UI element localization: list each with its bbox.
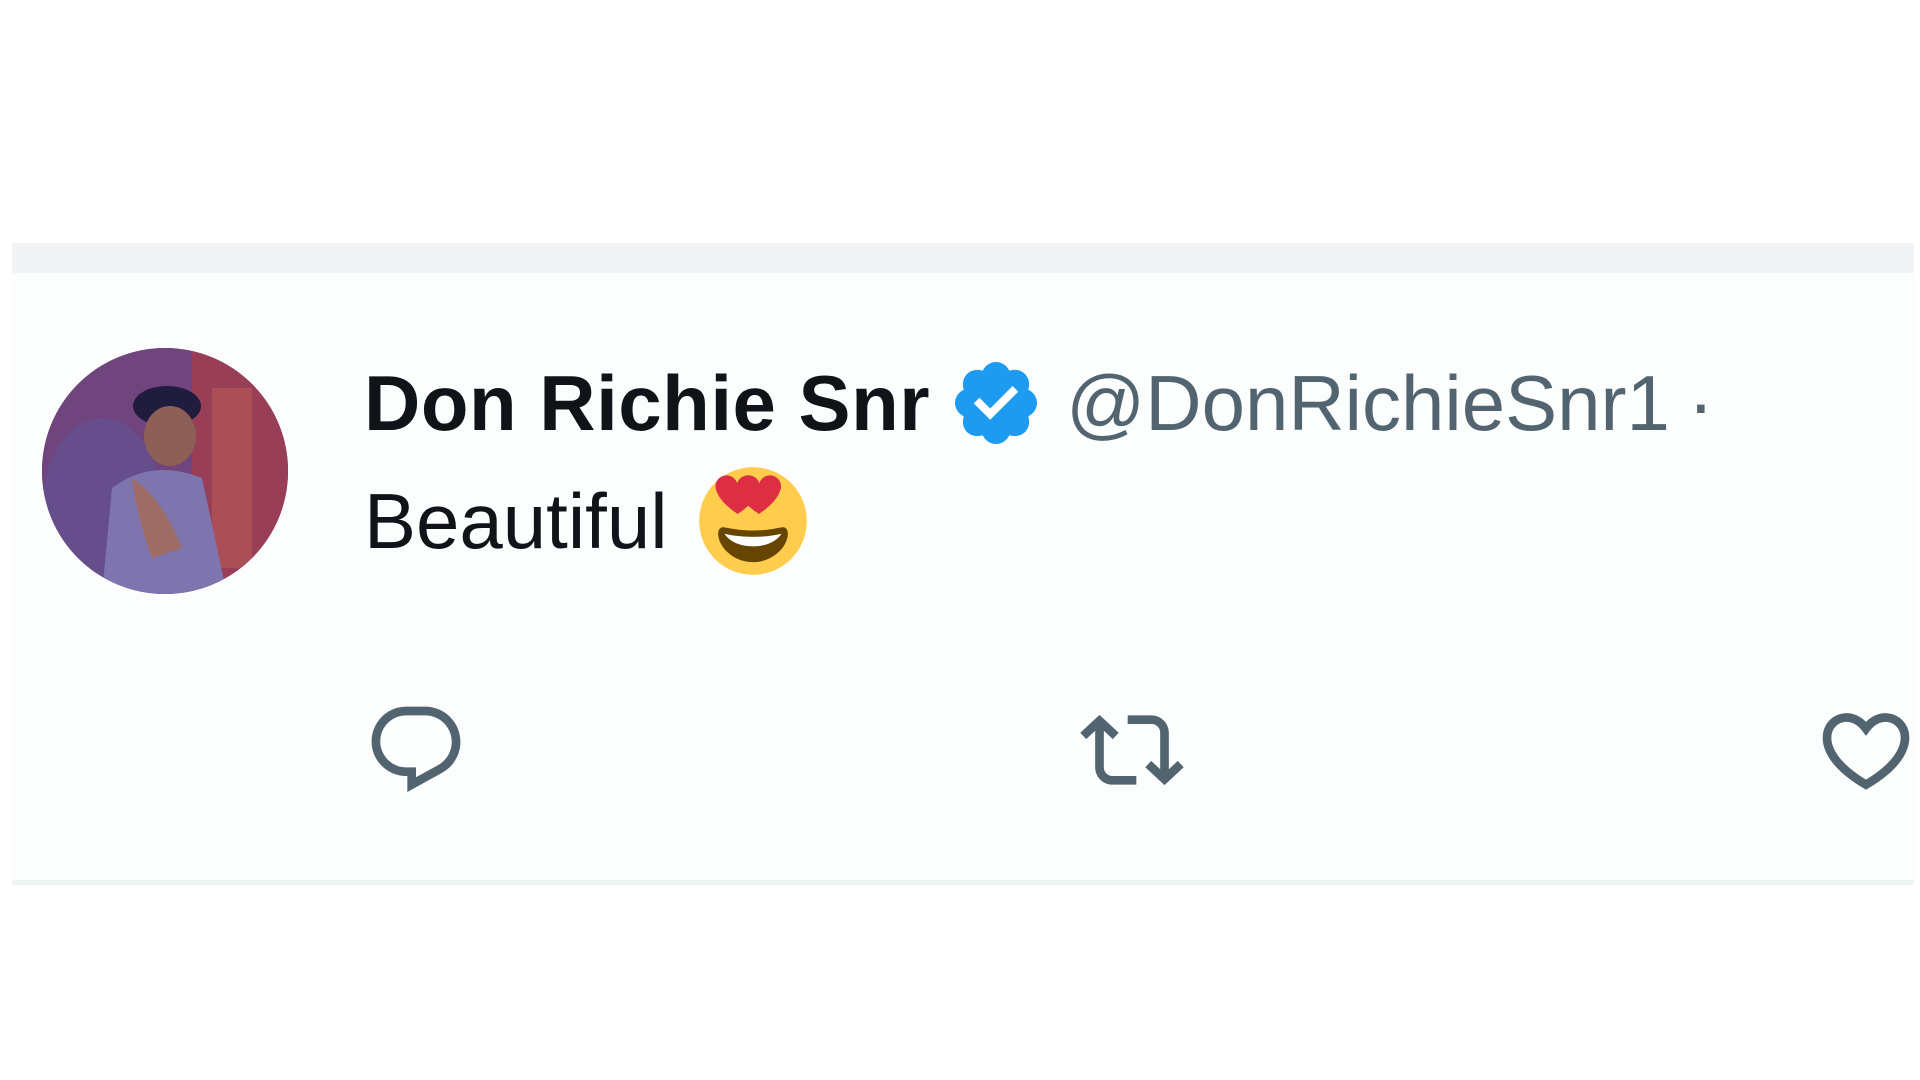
tweet-text: Beautiful	[364, 476, 668, 565]
author-display-name[interactable]: Don Richie Snr	[364, 358, 930, 449]
heart-eyes-emoji-icon	[698, 467, 807, 575]
heart-icon	[1822, 713, 1910, 790]
separator-dot: ·	[1687, 358, 1714, 447]
retweet-arrows-icon	[1080, 714, 1184, 786]
tweet-body: Don Richie Snr @DonRichieSnr1 · Beautifu…	[364, 353, 1914, 575]
tweet-screenshot: Don Richie Snr @DonRichieSnr1 · Beautifu…	[0, 0, 1920, 1080]
avatar-photo	[42, 348, 288, 594]
avatar[interactable]	[42, 348, 288, 594]
author-handle[interactable]: @DonRichieSnr1	[1066, 358, 1670, 449]
tweet-card[interactable]: Don Richie Snr @DonRichieSnr1 · Beautifu…	[12, 273, 1914, 880]
retweet-button[interactable]	[1080, 698, 1184, 802]
bottom-divider	[12, 880, 1914, 885]
tweet-content: Beautiful	[364, 467, 1914, 575]
reply-button[interactable]	[364, 698, 468, 802]
speech-bubble-icon	[371, 706, 461, 793]
top-divider	[12, 243, 1914, 273]
tweet-action-bar	[364, 698, 1920, 798]
like-button[interactable]	[1814, 698, 1918, 802]
tweet-header: Don Richie Snr @DonRichieSnr1 ·	[364, 353, 1914, 453]
verified-badge-icon	[955, 362, 1038, 444]
